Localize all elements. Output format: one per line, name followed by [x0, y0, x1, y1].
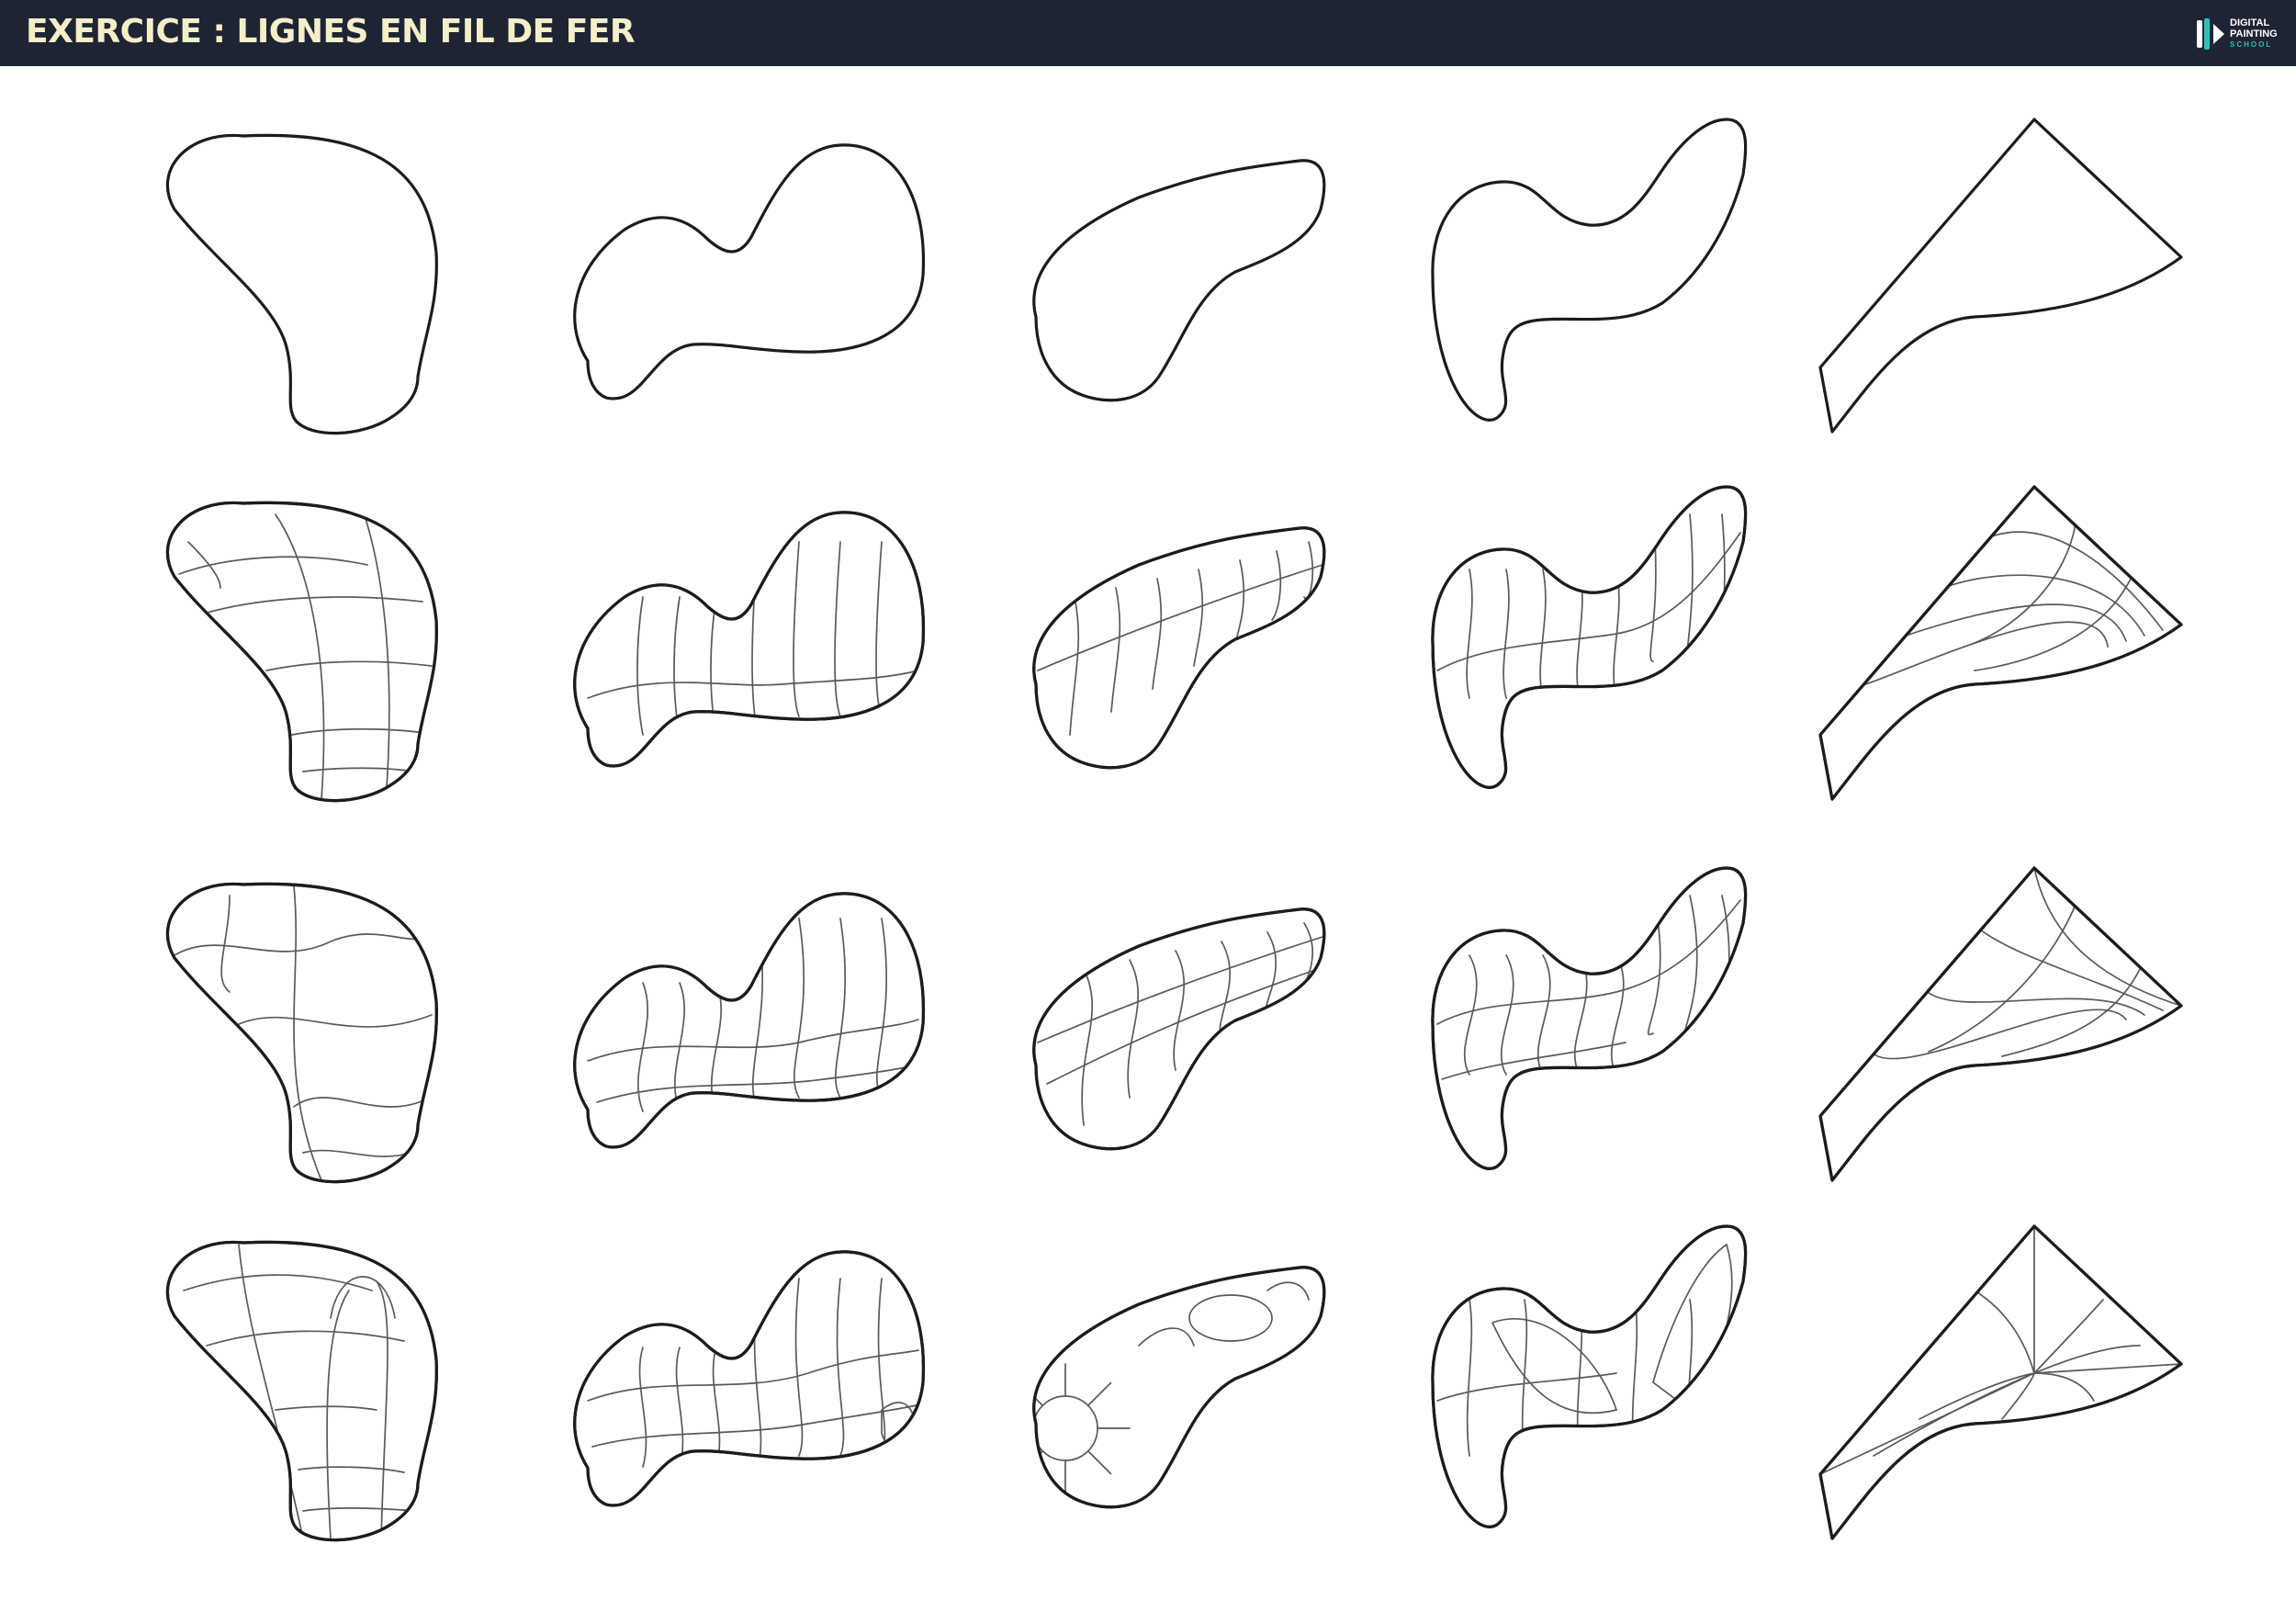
wireframe-exercise-grid: [165, 118, 2183, 1542]
shape-slanted-bean-blob-row-2: [1032, 526, 1326, 770]
shape-outline: [165, 501, 438, 803]
shape-outline: [165, 882, 438, 1184]
shape-outline: [1818, 118, 2183, 434]
shape-s-curve-hook-blob-row-3: [1431, 866, 1748, 1170]
shape-s-curve-hook-blob-row-1: [1431, 118, 1748, 422]
shape-curved-triangle-wedge-row-1: [1818, 118, 2183, 434]
shape-slanted-bean-blob-row-1: [1032, 159, 1326, 402]
shape-outline: [1032, 907, 1326, 1151]
shape-rounded-pear-blob-row-2: [165, 501, 438, 803]
shape-slanted-bean-blob-row-3: [1032, 907, 1326, 1151]
shape-curved-triangle-wedge-row-3: [1818, 866, 2183, 1182]
shape-outline: [573, 143, 926, 400]
shape-double-hump-blob-row-4: [573, 1250, 926, 1507]
shape-outline: [165, 1240, 438, 1542]
title-bar: EXERCICE : LIGNES EN FIL DE FER DIGITAL …: [0, 0, 2296, 66]
shape-slanted-bean-blob-row-4: [1032, 1266, 1326, 1509]
shape-outline: [1818, 866, 2183, 1182]
shape-outline: [573, 511, 926, 768]
shape-curved-triangle-wedge-row-2: [1818, 485, 2183, 801]
shape-rounded-pear-blob-row-4: [165, 1240, 438, 1542]
shape-outline: [1431, 118, 1748, 422]
logo-wordmark: DIGITAL PAINTING SCHOOL: [2230, 17, 2278, 51]
shape-double-hump-blob-row-1: [573, 143, 926, 400]
logo-line-2: PAINTING: [2230, 28, 2278, 39]
shape-rounded-pear-blob-row-1: [165, 133, 438, 435]
shape-double-hump-blob-row-3: [573, 892, 926, 1149]
logo-line-3: SCHOOL: [2230, 40, 2273, 49]
shape-outline: [573, 892, 926, 1149]
shape-double-hump-blob-row-2: [573, 511, 926, 768]
brush-pen-icon: [2197, 18, 2224, 50]
logo-line-1: DIGITAL: [2230, 17, 2270, 28]
shape-s-curve-hook-blob-row-4: [1431, 1224, 1748, 1528]
shape-outline: [165, 133, 438, 435]
page-title: EXERCICE : LIGNES EN FIL DE FER: [26, 13, 636, 51]
shape-outline: [1032, 1266, 1326, 1509]
shape-outline: [1431, 866, 1748, 1170]
shape-s-curve-hook-blob-row-2: [1431, 485, 1748, 789]
shape-outline: [573, 1250, 926, 1507]
shape-curved-triangle-wedge-row-4: [1818, 1224, 2183, 1540]
shape-rounded-pear-blob-row-3: [165, 882, 438, 1184]
shape-outline: [1032, 159, 1326, 402]
school-logo: DIGITAL PAINTING SCHOOL: [2193, 13, 2285, 55]
